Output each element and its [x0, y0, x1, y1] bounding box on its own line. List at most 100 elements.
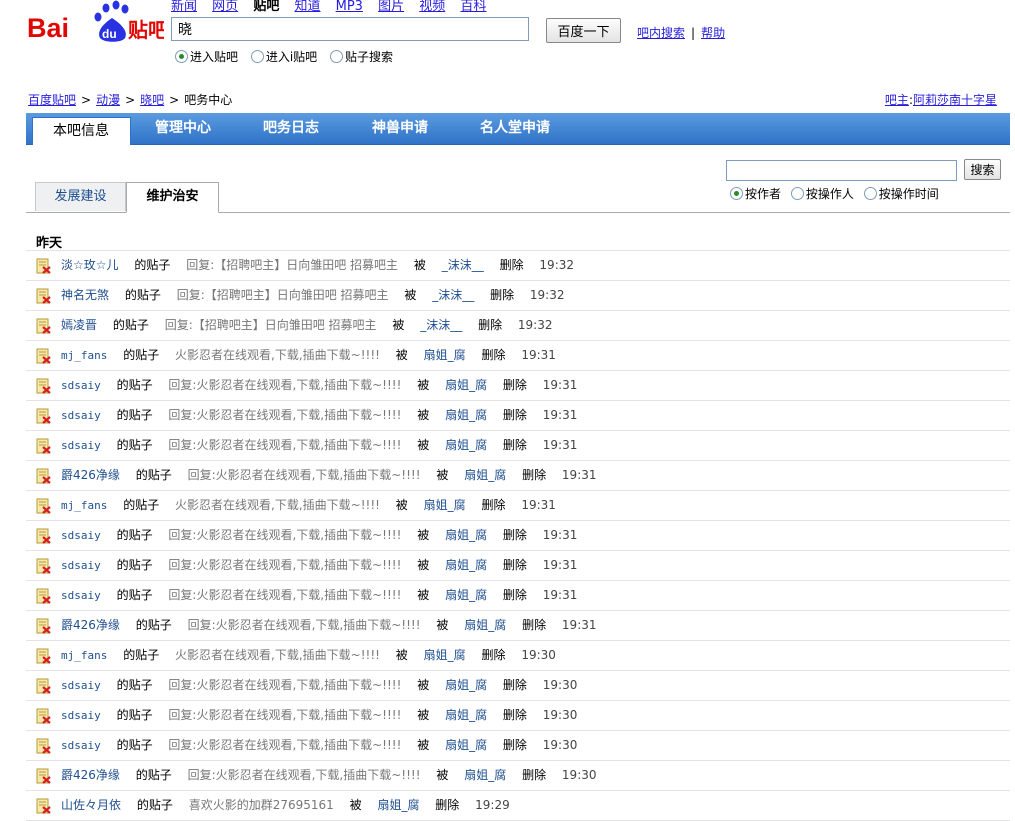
author-link[interactable]: mj_fans	[61, 649, 107, 662]
operator-link[interactable]: 扇姐_腐	[464, 618, 506, 632]
author-link[interactable]: sdsaiy	[61, 739, 101, 752]
author-link[interactable]: sdsaiy	[61, 589, 101, 602]
operator-link[interactable]: 扇姐_腐	[445, 378, 487, 392]
radio-icon[interactable]	[330, 50, 344, 63]
operator-link[interactable]: 扇姐_腐	[464, 768, 506, 782]
breadcrumb-bar[interactable]: 晓吧	[140, 93, 164, 107]
search-button[interactable]: 百度一下	[546, 18, 621, 43]
nav-news[interactable]: 新闻	[171, 0, 197, 14]
log-row: sdsaiy 的贴子 回复:火影忍者在线观看,下载,插曲下载~!!!! 被 扇姐…	[26, 551, 1010, 581]
operator-link[interactable]: 扇姐_腐	[377, 798, 419, 812]
author-link[interactable]: sdsaiy	[61, 679, 101, 692]
help-link[interactable]: 帮助	[701, 26, 725, 40]
scope-post-search[interactable]: 贴子搜索	[330, 50, 393, 64]
operator-link[interactable]: 扇姐_腐	[464, 468, 506, 482]
delete-action-label: 删除	[502, 438, 527, 452]
post-title[interactable]: 回复:火影忍者在线观看,下载,插曲下载~!!!!	[168, 678, 401, 692]
tab-hall-of-fame-apply[interactable]: 名人堂申请	[480, 113, 550, 144]
owner-name[interactable]: 阿莉莎南十字星	[913, 93, 997, 107]
search-in-bar-link[interactable]: 吧内搜索	[637, 26, 685, 40]
author-link[interactable]: 嫣凌晋	[61, 318, 97, 332]
search-scope-options: 进入贴吧 进入i贴吧 贴子搜索	[175, 48, 402, 65]
operator-link[interactable]: 扇姐_腐	[445, 588, 487, 602]
nav-images[interactable]: 图片	[378, 0, 404, 14]
filter-search-button[interactable]: 搜索	[964, 159, 1001, 180]
tab-bar-info[interactable]: 本吧信息	[32, 117, 131, 145]
post-title[interactable]: 回复:火影忍者在线观看,下载,插曲下载~!!!!	[168, 708, 401, 722]
operator-link[interactable]: 扇姐_腐	[445, 738, 487, 752]
operator-link[interactable]: 扇姐_腐	[424, 648, 466, 662]
post-title[interactable]: 回复:【招聘吧主】日向雏田吧 招募吧主	[186, 258, 398, 272]
post-title[interactable]: 回复:【招聘吧主】日向雏田吧 招募吧主	[177, 288, 389, 302]
operator-link[interactable]: 扇姐_腐	[445, 678, 487, 692]
nav-video[interactable]: 视频	[419, 0, 445, 14]
operator-link[interactable]: 扇姐_腐	[445, 558, 487, 572]
deleted-post-icon	[36, 618, 51, 634]
author-link[interactable]: mj_fans	[61, 499, 107, 512]
post-title[interactable]: 回复:火影忍者在线观看,下载,插曲下载~!!!!	[168, 408, 401, 422]
post-label: 的贴子	[116, 558, 153, 572]
deleted-post-icon	[36, 498, 51, 514]
tab-admin-center[interactable]: 管理中心	[155, 113, 211, 144]
subtab-development[interactable]: 发展建设	[35, 182, 126, 211]
time-stamp: 19:31	[542, 378, 578, 392]
operator-link[interactable]: _沫沫__	[432, 288, 474, 302]
breadcrumb-tieba[interactable]: 百度贴吧	[28, 93, 76, 107]
operator-link[interactable]: 扇姐_腐	[424, 498, 466, 512]
operator-link[interactable]: 扇姐_腐	[445, 708, 487, 722]
radio-icon[interactable]	[250, 50, 264, 63]
post-title[interactable]: 火影忍者在线观看,下载,插曲下载~!!!!	[175, 648, 380, 662]
author-link[interactable]: 爵426净缘	[61, 468, 120, 482]
delete-action-label: 删除	[490, 288, 515, 302]
by-label: 被	[417, 528, 430, 542]
scope-enter-tieba[interactable]: 进入贴吧	[175, 50, 238, 64]
author-link[interactable]: mj_fans	[61, 349, 107, 362]
operator-link[interactable]: _沫沫__	[442, 258, 484, 272]
author-link[interactable]: sdsaiy	[61, 559, 101, 572]
owner-label[interactable]: 吧主	[885, 93, 909, 107]
nav-baike[interactable]: 百科	[460, 0, 486, 14]
author-link[interactable]: 山佐々月依	[61, 798, 121, 812]
nav-zhidao[interactable]: 知道	[294, 0, 320, 14]
filter-input[interactable]	[726, 160, 957, 181]
nav-mp3[interactable]: MP3	[336, 0, 363, 14]
author-link[interactable]: 爵426净缘	[61, 618, 120, 632]
post-title[interactable]: 回复:火影忍者在线观看,下载,插曲下载~!!!!	[168, 558, 401, 572]
post-title[interactable]: 回复:火影忍者在线观看,下载,插曲下载~!!!!	[168, 438, 401, 452]
post-title[interactable]: 回复:火影忍者在线观看,下载,插曲下载~!!!!	[168, 528, 401, 542]
post-title[interactable]: 火影忍者在线观看,下载,插曲下载~!!!!	[175, 498, 380, 512]
scope-enter-itieba[interactable]: 进入i贴吧	[250, 50, 317, 64]
author-link[interactable]: 淡☆玫☆儿	[61, 258, 119, 272]
subtab-maintain-order[interactable]: 维护治安	[126, 182, 219, 213]
delete-action-label: 删除	[502, 378, 527, 392]
author-link[interactable]: 爵426净缘	[61, 768, 120, 782]
post-title[interactable]: 回复:火影忍者在线观看,下载,插曲下载~!!!!	[168, 588, 401, 602]
author-link[interactable]: sdsaiy	[61, 409, 101, 422]
radio-selected-icon[interactable]	[175, 50, 188, 63]
post-title[interactable]: 回复:【招聘吧主】日向雏田吧 招募吧主	[165, 318, 377, 332]
tab-beast-apply[interactable]: 神兽申请	[372, 113, 428, 144]
tab-admin-log[interactable]: 吧务日志	[263, 113, 319, 144]
post-title[interactable]: 回复:火影忍者在线观看,下载,插曲下载~!!!!	[188, 618, 421, 632]
post-title[interactable]: 回复:火影忍者在线观看,下载,插曲下载~!!!!	[168, 738, 401, 752]
operator-link[interactable]: _沫沫__	[420, 318, 462, 332]
post-title[interactable]: 火影忍者在线观看,下载,插曲下载~!!!!	[175, 348, 380, 362]
scope-label: 进入贴吧	[190, 50, 239, 64]
post-title[interactable]: 回复:火影忍者在线观看,下载,插曲下载~!!!!	[168, 378, 401, 392]
post-title[interactable]: 回复:火影忍者在线观看,下载,插曲下载~!!!!	[188, 768, 421, 782]
breadcrumb-anime[interactable]: 动漫	[96, 93, 120, 107]
operator-link[interactable]: 扇姐_腐	[445, 528, 487, 542]
author-link[interactable]: sdsaiy	[61, 379, 101, 392]
baidu-tieba-logo[interactable]: Bai du 贴吧	[26, 0, 164, 44]
operator-link[interactable]: 扇姐_腐	[445, 438, 487, 452]
author-link[interactable]: sdsaiy	[61, 709, 101, 722]
author-link[interactable]: 神名无煞	[61, 288, 109, 302]
operator-link[interactable]: 扇姐_腐	[445, 408, 487, 422]
search-input[interactable]	[171, 17, 529, 41]
nav-web[interactable]: 网页	[212, 0, 238, 14]
author-link[interactable]: sdsaiy	[61, 529, 101, 542]
author-link[interactable]: sdsaiy	[61, 439, 101, 452]
operator-link[interactable]: 扇姐_腐	[424, 348, 466, 362]
post-title[interactable]: 回复:火影忍者在线观看,下载,插曲下载~!!!!	[188, 468, 421, 482]
post-title[interactable]: 喜欢火影的加群27695161	[189, 798, 334, 812]
